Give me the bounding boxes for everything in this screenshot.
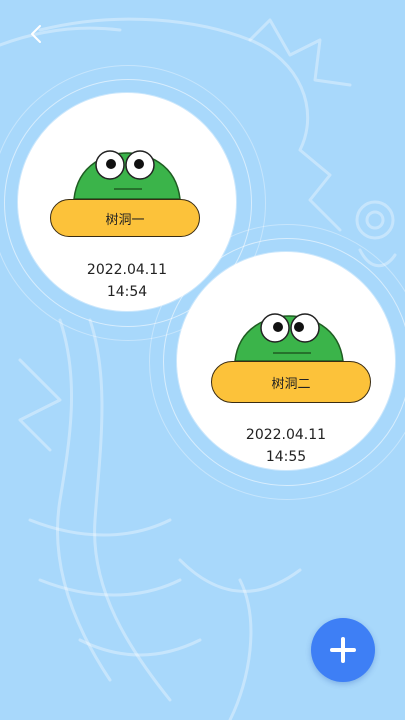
tree-hole-name-pill: 树洞一	[50, 199, 200, 237]
chevron-left-icon	[31, 25, 41, 43]
tree-hole-name: 树洞一	[105, 212, 145, 228]
tree-hole-time: 14:55	[265, 449, 307, 465]
tree-hole-timestamp: 2022.04.11 14:55	[177, 424, 395, 468]
tree-hole-name: 树洞二	[271, 376, 311, 392]
tree-hole-name-pill: 树洞二	[211, 361, 371, 403]
back-button[interactable]	[22, 20, 50, 48]
add-tree-hole-button[interactable]	[311, 618, 375, 682]
tree-hole-card-2[interactable]: 树洞二 2022.04.11 14:55	[177, 252, 395, 470]
plus-icon	[330, 637, 356, 663]
tree-hole-date: 2022.04.11	[245, 427, 327, 443]
